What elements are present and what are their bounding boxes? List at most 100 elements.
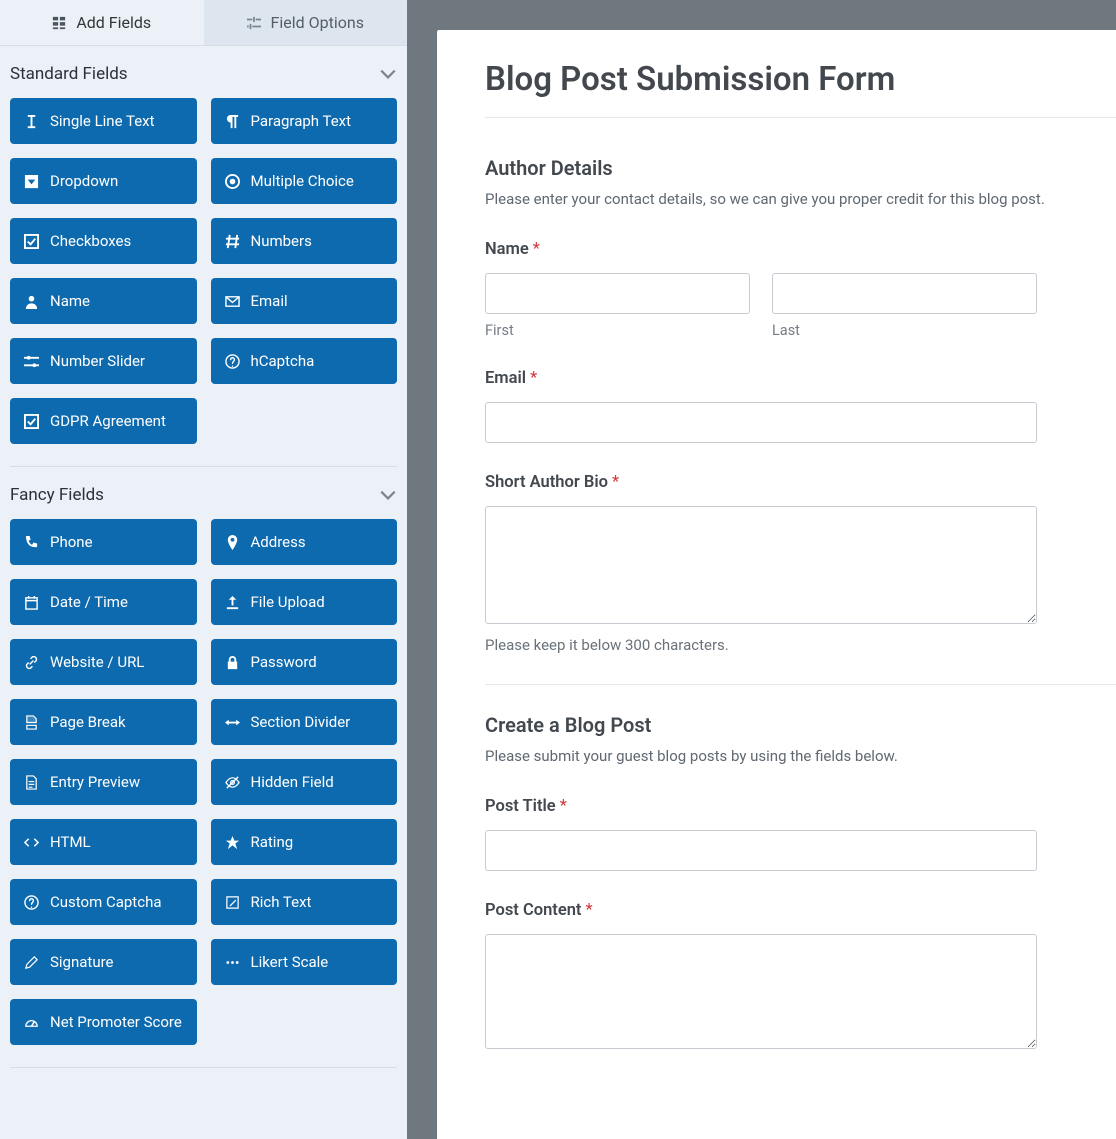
field-post-content-group[interactable]: Post Content*: [485, 901, 1116, 1053]
sliders-icon: [24, 354, 39, 369]
field-phone[interactable]: Phone: [10, 519, 197, 565]
fields-panel: Standard Fields Single Line Text Paragra…: [0, 46, 407, 1088]
caret-square-icon: [24, 174, 39, 189]
chevron-down-icon: [379, 486, 397, 504]
field-html[interactable]: HTML: [10, 819, 197, 865]
field-numbers[interactable]: Numbers: [211, 218, 398, 264]
field-label: Dropdown: [50, 172, 118, 190]
bio-label: Short Author Bio*: [485, 473, 1116, 492]
eye-slash-icon: [225, 775, 240, 790]
field-label: Number Slider: [50, 352, 145, 370]
envelope-icon: [225, 294, 240, 309]
bio-label-text: Short Author Bio: [485, 473, 608, 492]
section-post-desc: Please submit your guest blog posts by u…: [485, 747, 1116, 765]
field-label: HTML: [50, 833, 91, 851]
required-mark: *: [530, 369, 537, 388]
field-signature[interactable]: Signature: [10, 939, 197, 985]
field-address[interactable]: Address: [211, 519, 398, 565]
field-label: Paragraph Text: [251, 112, 352, 130]
sliders-icon: [247, 16, 261, 30]
last-name-input[interactable]: [772, 273, 1037, 314]
email-input[interactable]: [485, 402, 1037, 443]
map-marker-icon: [225, 535, 240, 550]
tab-add-fields-label: Add Fields: [76, 13, 151, 32]
field-nps[interactable]: Net Promoter Score: [10, 999, 197, 1045]
field-password[interactable]: Password: [211, 639, 398, 685]
field-label: Numbers: [251, 232, 312, 250]
field-section-divider[interactable]: Section Divider: [211, 699, 398, 745]
post-content-textarea[interactable]: [485, 934, 1037, 1049]
post-content-label-text: Post Content: [485, 901, 581, 920]
field-website[interactable]: Website / URL: [10, 639, 197, 685]
field-bio-group[interactable]: Short Author Bio* Please keep it below 3…: [485, 473, 1116, 654]
field-number-slider[interactable]: Number Slider: [10, 338, 197, 384]
field-name[interactable]: Name: [10, 278, 197, 324]
ellipsis-icon: [225, 955, 240, 970]
field-likert[interactable]: Likert Scale: [211, 939, 398, 985]
field-post-title-group[interactable]: Post Title*: [485, 797, 1116, 871]
tachometer-icon: [24, 1015, 39, 1030]
tab-add-fields[interactable]: Add Fields: [0, 0, 204, 45]
first-name-input[interactable]: [485, 273, 750, 314]
first-name-sublabel: First: [485, 322, 750, 339]
field-label: Single Line Text: [50, 112, 155, 130]
field-file-upload[interactable]: File Upload: [211, 579, 398, 625]
check-square-icon: [24, 414, 39, 429]
field-label: Hidden Field: [251, 773, 334, 791]
field-entry-preview[interactable]: Entry Preview: [10, 759, 197, 805]
field-gdpr[interactable]: GDPR Agreement: [10, 398, 197, 444]
section-divider: [485, 684, 1116, 685]
pencil-icon: [24, 955, 39, 970]
fancy-fields-grid: Phone Address Date / Time File Upload We…: [10, 519, 397, 1068]
field-datetime[interactable]: Date / Time: [10, 579, 197, 625]
field-single-line-text[interactable]: Single Line Text: [10, 98, 197, 144]
field-label: File Upload: [251, 593, 325, 611]
field-dropdown[interactable]: Dropdown: [10, 158, 197, 204]
section-author-heading: Author Details: [485, 156, 1116, 180]
lock-icon: [225, 655, 240, 670]
file-lines-icon: [24, 775, 39, 790]
bio-textarea[interactable]: [485, 506, 1037, 624]
field-rating[interactable]: Rating: [211, 819, 398, 865]
form-title[interactable]: Blog Post Submission Form: [485, 60, 1116, 118]
name-label: Name*: [485, 240, 1116, 259]
hash-icon: [225, 234, 240, 249]
post-title-input[interactable]: [485, 830, 1037, 871]
section-standard-toggle[interactable]: Standard Fields: [10, 46, 397, 98]
field-label: Name: [50, 292, 90, 310]
email-label: Email*: [485, 369, 1116, 388]
field-checkboxes[interactable]: Checkboxes: [10, 218, 197, 264]
paragraph-icon: [225, 114, 240, 129]
field-name-group[interactable]: Name* First Last: [485, 240, 1116, 339]
required-mark: *: [612, 473, 619, 492]
field-hidden[interactable]: Hidden Field: [211, 759, 398, 805]
grid-icon: [52, 16, 66, 30]
field-multiple-choice[interactable]: Multiple Choice: [211, 158, 398, 204]
field-label: Likert Scale: [251, 953, 329, 971]
chevron-down-icon: [379, 65, 397, 83]
required-mark: *: [533, 240, 540, 259]
field-custom-captcha[interactable]: Custom Captcha: [10, 879, 197, 925]
field-page-break[interactable]: Page Break: [10, 699, 197, 745]
field-hcaptcha[interactable]: hCaptcha: [211, 338, 398, 384]
form-canvas: Blog Post Submission Form Author Details…: [437, 30, 1116, 1139]
field-label: Website / URL: [50, 653, 144, 671]
standard-fields-grid: Single Line Text Paragraph Text Dropdown…: [10, 98, 397, 467]
bio-hint: Please keep it below 300 characters.: [485, 636, 1116, 654]
field-email[interactable]: Email: [211, 278, 398, 324]
check-square-icon: [24, 234, 39, 249]
field-rich-text[interactable]: Rich Text: [211, 879, 398, 925]
section-fancy-toggle[interactable]: Fancy Fields: [10, 467, 397, 519]
field-label: Section Divider: [251, 713, 351, 731]
post-content-label: Post Content*: [485, 901, 1116, 920]
field-paragraph-text[interactable]: Paragraph Text: [211, 98, 398, 144]
code-icon: [24, 835, 39, 850]
link-icon: [24, 655, 39, 670]
field-label: Password: [251, 653, 317, 671]
field-label: Page Break: [50, 713, 126, 731]
question-circle-icon: [225, 354, 240, 369]
tab-field-options[interactable]: Field Options: [204, 0, 408, 45]
canvas-backdrop: Blog Post Submission Form Author Details…: [407, 0, 1116, 1139]
post-title-label: Post Title*: [485, 797, 1116, 816]
field-email-group[interactable]: Email*: [485, 369, 1116, 443]
